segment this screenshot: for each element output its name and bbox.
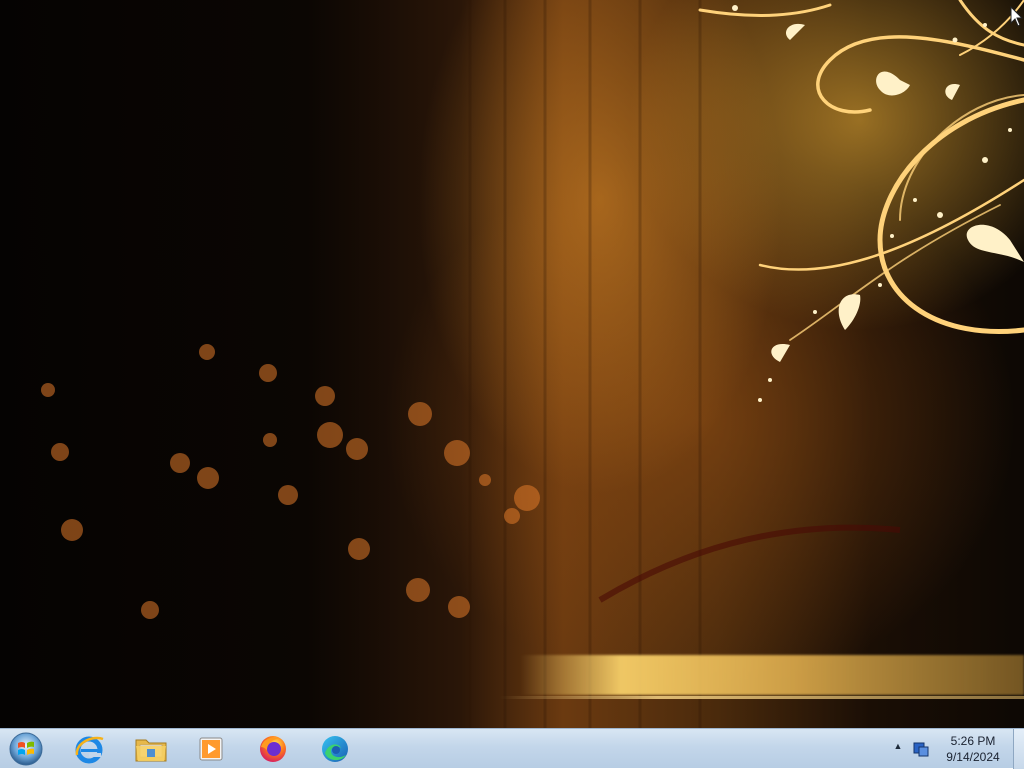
show-desktop-button[interactable] bbox=[1013, 729, 1024, 769]
edge-icon bbox=[322, 736, 348, 762]
internet-explorer-icon bbox=[75, 736, 104, 764]
light-bar-line bbox=[500, 696, 1024, 699]
media-player-icon bbox=[199, 737, 223, 761]
desktop-background[interactable] bbox=[0, 0, 1024, 728]
taskbar-clock[interactable]: 5:26 PM 9/14/2024 bbox=[932, 733, 1014, 765]
taskbar-internet-explorer[interactable] bbox=[62, 731, 116, 767]
clock-date: 9/14/2024 bbox=[946, 750, 1000, 764]
network-icon[interactable] bbox=[912, 740, 930, 758]
light-bar bbox=[520, 655, 1024, 695]
wallpaper-art bbox=[41, 0, 1024, 728]
firefox-icon bbox=[260, 736, 286, 762]
taskbar: ▲ 5:26 PM 9/14/2024 bbox=[0, 728, 1024, 769]
show-hidden-icons-button[interactable]: ▲ bbox=[892, 741, 904, 755]
clock-time: 5:26 PM bbox=[950, 734, 996, 748]
taskbar-firefox[interactable] bbox=[246, 731, 300, 767]
windows-orb-icon bbox=[9, 732, 43, 766]
taskbar-file-explorer[interactable] bbox=[124, 731, 178, 767]
taskbar-media-player[interactable] bbox=[184, 731, 238, 767]
start-button[interactable] bbox=[4, 730, 48, 768]
folder-icon bbox=[135, 739, 167, 762]
taskbar-edge[interactable] bbox=[308, 731, 362, 767]
mouse-cursor-icon bbox=[1010, 6, 1024, 27]
